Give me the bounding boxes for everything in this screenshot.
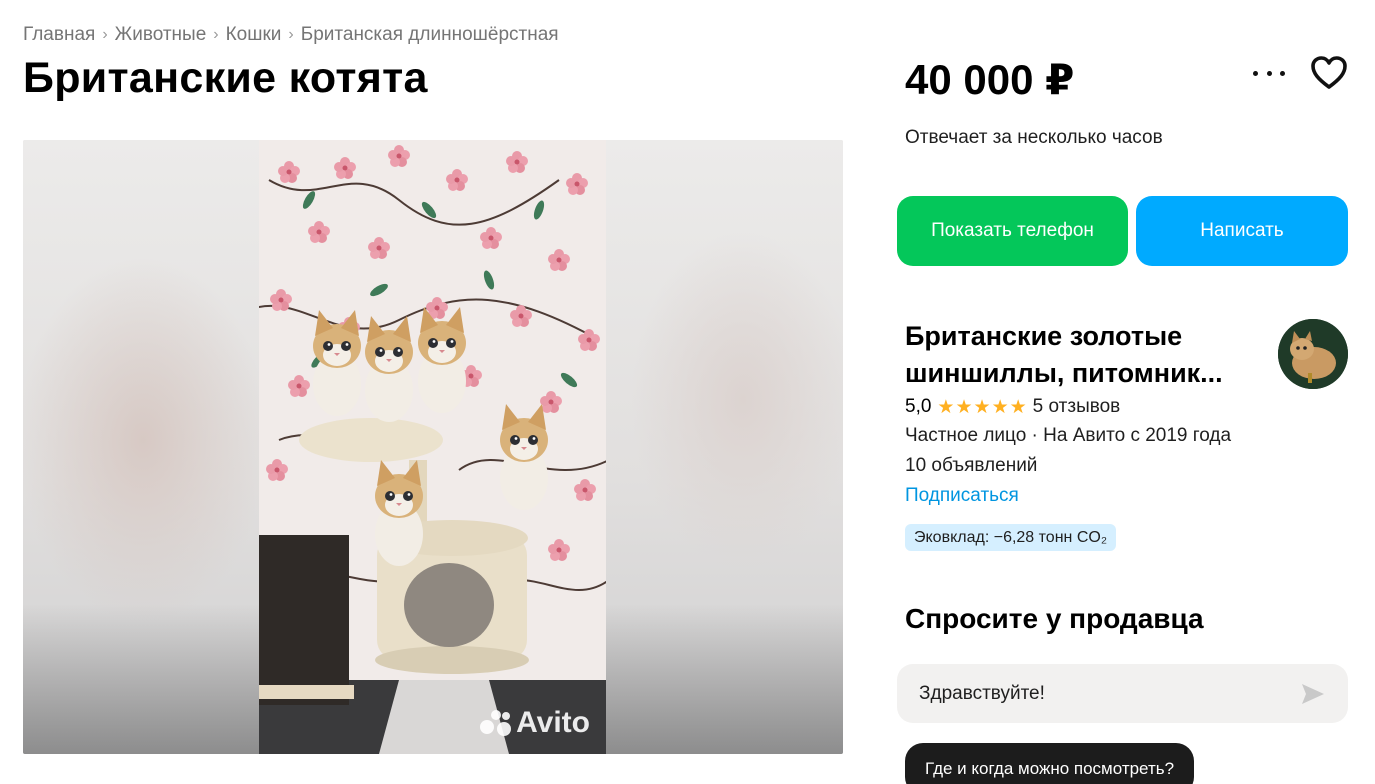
- seller-avatar[interactable]: [1278, 319, 1348, 389]
- seller-type: Частное лицо · На Авито с 2019 года: [905, 425, 1232, 446]
- price: 40 000 ₽: [905, 56, 1075, 103]
- breadcrumb-separator: ›: [288, 26, 294, 43]
- star-icon: ★: [1009, 396, 1027, 418]
- breadcrumb-separator: ›: [102, 26, 108, 43]
- gallery-shadow-left: [23, 604, 263, 754]
- response-time: Отвечает за несколько часов: [905, 127, 1163, 148]
- seller-name[interactable]: Британские золотые шиншиллы, питомник...: [905, 318, 1265, 392]
- quick-question-button[interactable]: Где и когда можно посмотреть?: [905, 743, 1195, 784]
- photo-gallery[interactable]: Avito: [23, 140, 843, 754]
- subscribe-link[interactable]: Подписаться: [905, 485, 1019, 507]
- seller-rating: 5,0 ★ ★ ★ ★ ★ 5 отзывов: [905, 396, 1120, 418]
- more-dots-icon[interactable]: [1253, 68, 1285, 78]
- star-icon: ★: [991, 396, 1009, 418]
- watermark-text: Avito: [516, 706, 590, 739]
- gallery-shadow-right: [603, 604, 843, 754]
- breadcrumb-item-breed[interactable]: Британская длинношёрстная: [301, 24, 559, 46]
- reviews-link[interactable]: 5 отзывов: [1033, 396, 1121, 418]
- message-input[interactable]: [919, 682, 1300, 705]
- send-icon[interactable]: [1300, 682, 1326, 706]
- listing-photo[interactable]: Avito: [259, 140, 606, 754]
- breadcrumb-item-animals[interactable]: Животные: [115, 24, 207, 46]
- rating-stars: ★ ★ ★ ★ ★: [937, 398, 1026, 417]
- message-box: [897, 664, 1348, 723]
- star-icon: ★: [973, 396, 991, 418]
- rating-value: 5,0: [905, 396, 932, 417]
- star-icon: ★: [937, 396, 955, 418]
- page-title: Британские котята: [23, 54, 428, 102]
- ask-seller-title: Спросите у продавца: [905, 603, 1204, 634]
- breadcrumb-separator: ›: [213, 26, 219, 43]
- eco-contribution-badge: Эковклад: −6,28 тонн CO₂: [905, 524, 1117, 551]
- avito-watermark: Avito: [480, 706, 590, 740]
- kittens-photo-illustration: [259, 140, 606, 754]
- avatar-cat-image: [1278, 319, 1348, 389]
- write-message-button[interactable]: Написать: [1136, 196, 1348, 266]
- heart-icon[interactable]: [1310, 55, 1348, 91]
- show-phone-button[interactable]: Показать телефон: [897, 196, 1128, 266]
- breadcrumb: Главная › Животные › Кошки › Британская …: [23, 24, 559, 46]
- breadcrumb-item-home[interactable]: Главная: [23, 24, 95, 46]
- star-icon: ★: [955, 396, 973, 418]
- breadcrumb-item-cats[interactable]: Кошки: [226, 24, 282, 46]
- seller-listings-count: 10 объявлений: [905, 455, 1038, 476]
- avito-logo-icon: [480, 708, 514, 738]
